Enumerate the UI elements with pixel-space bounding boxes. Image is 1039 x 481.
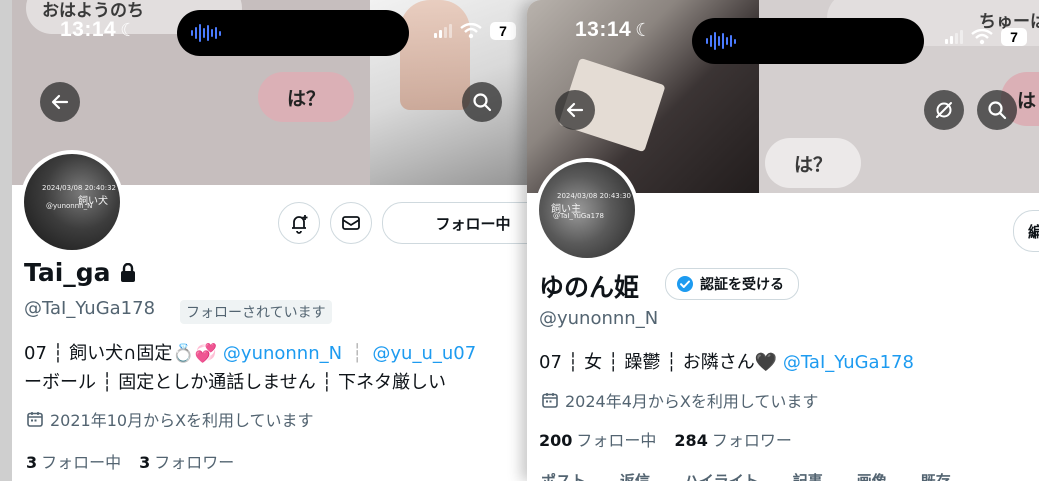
search-button[interactable] <box>977 90 1017 130</box>
battery-indicator: 7 <box>1001 28 1027 46</box>
profile-handle: @TaI_YuGa178 <box>24 298 156 319</box>
status-bar: 13:14 ☾ <box>575 18 651 42</box>
avatar[interactable]: 2024/03/08 20:40:32 飼い犬 @yunonnn_N <box>20 150 124 254</box>
profile-name: ゆのん姫 <box>539 273 640 302</box>
search-icon <box>473 93 492 112</box>
profile-handle: @yunonnn_N <box>539 308 659 329</box>
status-time: 13:14 <box>60 18 117 41</box>
tab-replies[interactable]: 返信 <box>620 470 650 481</box>
following-count-link[interactable]: 3 フォロー中 <box>26 449 121 473</box>
battery-indicator: 7 <box>490 22 516 40</box>
notifications-button[interactable] <box>278 202 320 244</box>
dynamic-island <box>177 10 409 56</box>
translate-toggle-button[interactable] <box>924 90 964 130</box>
back-arrow-icon <box>51 94 69 110</box>
join-date: 2024年4月からXを利用しています <box>541 388 818 412</box>
avatar[interactable]: 2024/03/08 20:43:30 飼い主 @TaI_YuGa178 <box>535 158 639 262</box>
profile-bio-line1: 07 ┆ 飼い犬∩固定💍💞 @yunonnn_N ┆ @yu_u_u07 <box>24 343 477 364</box>
tab-likes[interactable]: 既存 <box>921 470 951 481</box>
follow-stats: 200 フォロー中 284 フォロワー <box>539 427 792 451</box>
tab-highlights[interactable]: ハイライト <box>684 470 759 481</box>
message-button[interactable] <box>330 202 372 244</box>
get-verified-button[interactable]: 認証を受ける <box>665 268 799 300</box>
wifi-icon <box>971 29 993 45</box>
following-count-link[interactable]: 200 フォロー中 <box>539 427 656 451</box>
calendar-icon <box>27 412 43 427</box>
chat-bubble-pink: は？ <box>258 72 354 122</box>
tab-media[interactable]: 画像 <box>857 470 887 481</box>
followers-count-link[interactable]: 284 フォロワー <box>674 427 791 451</box>
edit-profile-button[interactable]: 編 <box>1013 210 1039 252</box>
moon-icon: ☾ <box>120 19 137 41</box>
profile-bio-line2: ーボール ┆ 固定としか通話しません ┆ 下ネタ厳しい <box>24 372 447 393</box>
search-button[interactable] <box>462 82 502 122</box>
bio-mention-link[interactable]: @TaI_YuGa178 <box>783 352 914 373</box>
bio-mention-link[interactable]: @yu_u_u07 <box>372 343 476 364</box>
chat-bubble: は？ <box>765 138 861 188</box>
profile-bio: 07 ┆ 女 ┆ 躁鬱 ┆ お隣さん🖤 @TaI_YuGa178 <box>539 352 914 373</box>
back-button[interactable] <box>555 90 595 130</box>
left-profile-screen: おはようのち は？ 13:14 ☾ 7 2024/03/08 20:40:32 … <box>12 0 552 481</box>
system-icons: 7 <box>434 22 516 40</box>
verified-badge-icon <box>677 276 693 292</box>
rotate-off-icon <box>936 102 952 118</box>
status-bar: 13:14 ☾ <box>60 18 136 42</box>
tab-articles[interactable]: 記事 <box>793 470 823 481</box>
status-time: 13:14 <box>575 18 632 41</box>
audio-wave-icon <box>191 24 221 42</box>
wifi-icon <box>460 23 482 39</box>
moon-icon: ☾ <box>635 19 652 41</box>
calendar-icon <box>542 393 558 408</box>
followers-count-link[interactable]: 3 フォロワー <box>139 449 234 473</box>
tab-posts[interactable]: ポスト <box>541 470 586 481</box>
dynamic-island <box>692 18 924 64</box>
audio-wave-icon <box>706 32 736 50</box>
bio-mention-link[interactable]: @yunonnn_N <box>223 343 342 364</box>
signal-icon <box>434 24 452 38</box>
back-arrow-icon <box>566 102 584 118</box>
mail-icon <box>342 216 360 230</box>
follow-stats: 3 フォロー中 3 フォロワー <box>26 449 234 473</box>
profile-tabs: ポスト 返信 ハイライト 記事 画像 既存 <box>541 470 951 481</box>
right-profile-screen: ちゅーは は？ は 13:14 ☾ 7 2024/03/08 20:43:30 … <box>527 0 1039 481</box>
signal-icon <box>945 30 963 44</box>
notification-add-icon <box>292 215 308 234</box>
back-button[interactable] <box>40 82 80 122</box>
join-date: 2021年10月からXを利用しています <box>26 407 314 431</box>
follows-you-badge: フォローされています <box>180 300 332 324</box>
system-icons: 7 <box>945 28 1027 46</box>
profile-name: Tai_ga <box>24 258 137 287</box>
search-icon <box>988 101 1007 120</box>
lock-icon <box>120 262 135 282</box>
